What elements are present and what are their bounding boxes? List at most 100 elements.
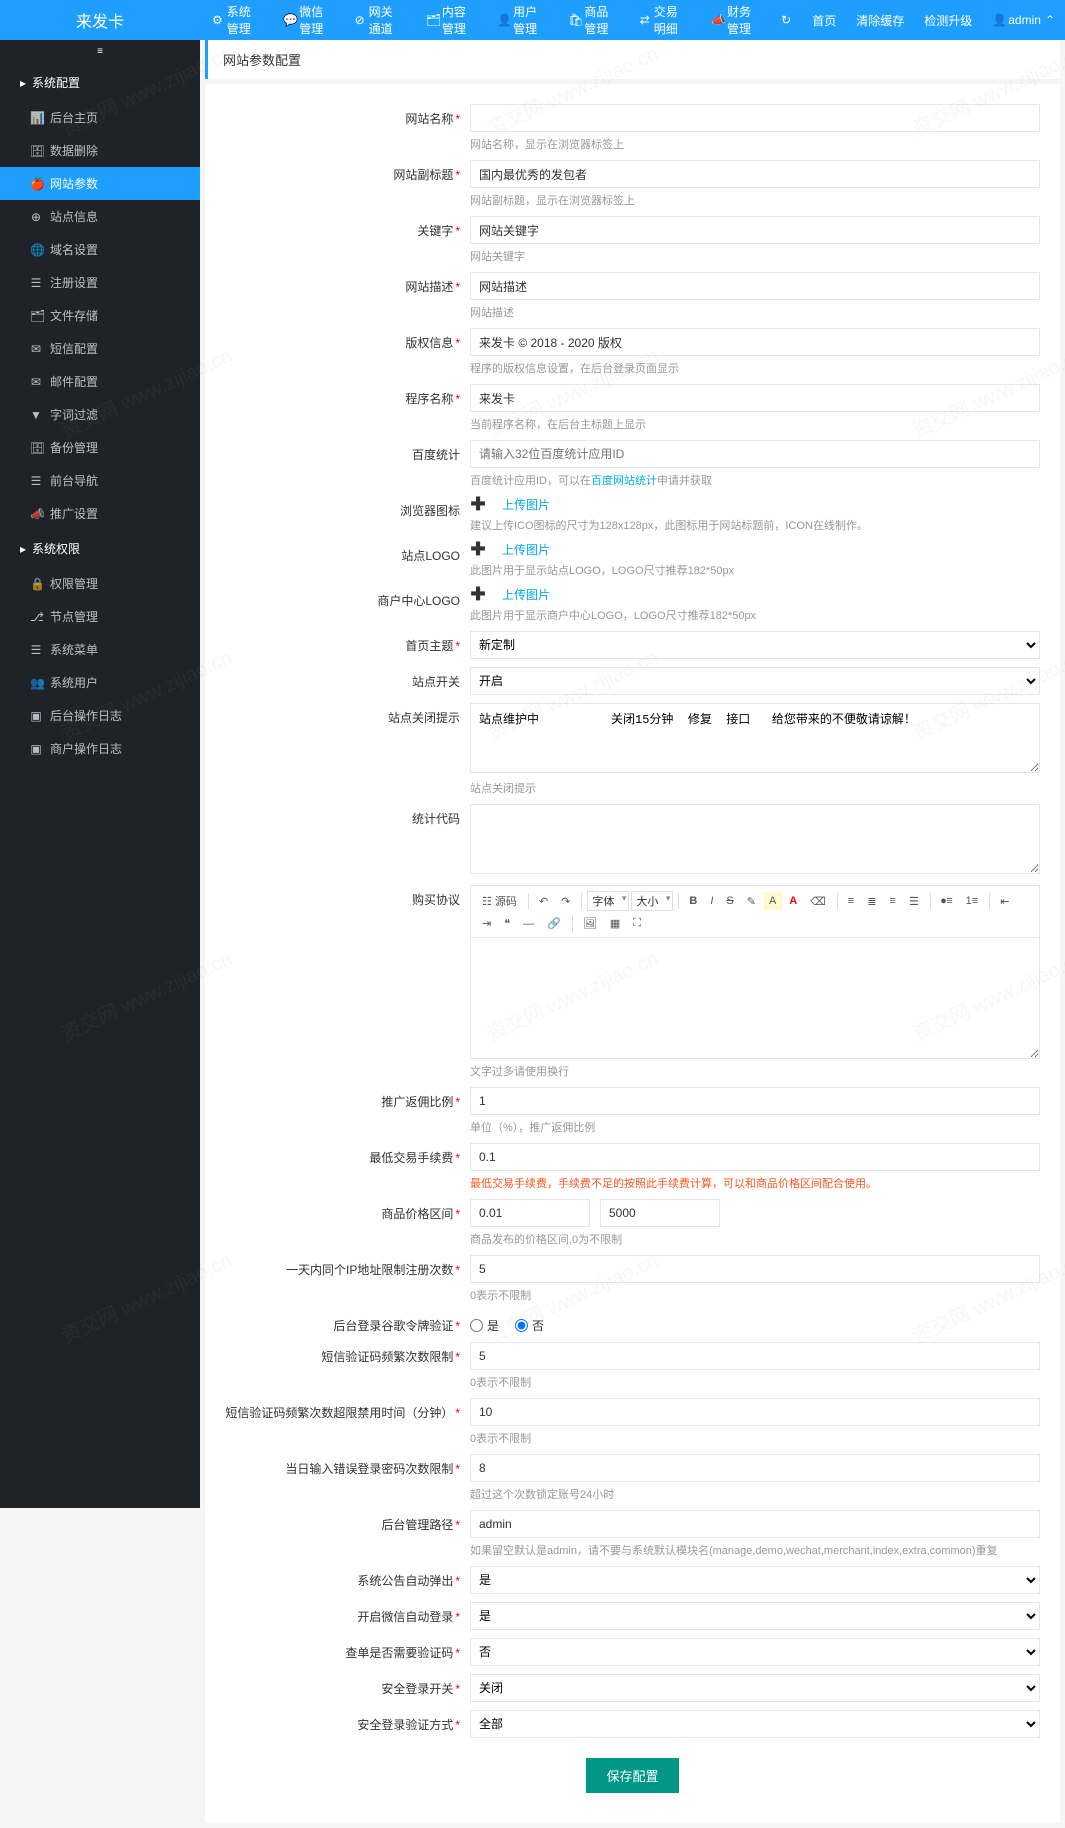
home-link[interactable]: 首页 <box>802 0 846 40</box>
sms-block-input[interactable] <box>470 1398 1040 1426</box>
editor-font-select[interactable]: 字体 <box>587 891 629 911</box>
popup-select[interactable]: 是 <box>470 1566 1040 1594</box>
editor-strike-button[interactable]: S <box>721 892 739 910</box>
safe-login-select[interactable]: 关闭 <box>470 1674 1040 1702</box>
sidebar-item[interactable]: ☰注册设置 <box>0 266 200 299</box>
editor-align-justify-button[interactable]: ☰ <box>904 892 925 911</box>
check-update-link[interactable]: 检测升级 <box>914 0 982 40</box>
sidebar-item[interactable]: 🌐域名设置 <box>0 233 200 266</box>
editor-clear-button[interactable]: ⌫ <box>805 892 832 911</box>
sidebar-item[interactable]: ☰前台导航 <box>0 464 200 497</box>
editor-source-button[interactable]: ☷ 源码 <box>477 890 523 912</box>
sms-limit-input[interactable] <box>470 1342 1040 1370</box>
sidebar-item[interactable]: ▣后台操作日志 <box>0 699 200 732</box>
editor-body[interactable] <box>471 938 1039 1058</box>
editor-bold-button[interactable]: B <box>684 892 703 910</box>
editor-align-left-button[interactable]: ≡ <box>843 892 860 910</box>
upload-merchant-logo-button[interactable]: 上传图片 <box>502 586 550 603</box>
sidebar-item[interactable]: 📊后台主页 <box>0 101 200 134</box>
sidebar-item[interactable]: ▣商户操作日志 <box>0 732 200 765</box>
editor-link-button[interactable]: 🔗 <box>542 914 567 933</box>
sidebar-item[interactable]: 🔒权限管理 <box>0 567 200 600</box>
sidebar-item[interactable]: ⊕站点信息 <box>0 200 200 233</box>
editor-undo-button[interactable]: ↶ <box>534 892 554 911</box>
sidebar-item[interactable]: 🗂文件存储 <box>0 299 200 332</box>
sub-title-input[interactable] <box>470 160 1040 188</box>
wechat-login-select[interactable]: 是 <box>470 1602 1040 1630</box>
verify-code-select[interactable]: 否 <box>470 1638 1040 1666</box>
site-name-input[interactable] <box>470 104 1040 132</box>
copyright-input[interactable] <box>470 328 1040 356</box>
sidebar-item[interactable]: 🗄备份管理 <box>0 431 200 464</box>
safe-method-select[interactable]: 全部 <box>470 1710 1040 1738</box>
editor-align-right-button[interactable]: ≡ <box>884 892 901 910</box>
site-switch-select[interactable]: 开启 <box>470 667 1040 695</box>
refresh-button[interactable]: ↻ <box>770 0 802 40</box>
sidebar-collapse-button[interactable]: ≡ <box>0 40 200 64</box>
topnav-item-6[interactable]: ⇄交易明细 <box>628 0 699 40</box>
baidu-stats-link[interactable]: 百度网站统计 <box>591 475 657 487</box>
save-button[interactable]: 保存配置 <box>586 1758 678 1793</box>
admin-path-input[interactable] <box>470 1510 1040 1538</box>
plus-icon[interactable]: ✚ <box>470 497 486 513</box>
sidebar-item[interactable]: ⎇节点管理 <box>0 600 200 633</box>
editor-list-button[interactable]: ⦁≡ <box>936 892 959 911</box>
editor-size-select[interactable]: 大小 <box>631 891 673 911</box>
editor-fullscreen-button[interactable]: ⛶ <box>628 914 647 933</box>
price-min-input[interactable] <box>470 1199 590 1227</box>
keywords-input[interactable] <box>470 216 1040 244</box>
pwd-limit-input[interactable] <box>470 1454 1040 1482</box>
editor-indent-button[interactable]: ⇥ <box>477 914 497 933</box>
plus-icon[interactable]: ✚ <box>470 587 486 603</box>
topnav-item-3[interactable]: 🗂内容管理 <box>414 0 485 40</box>
editor-image-button[interactable]: 🖼 <box>578 914 603 933</box>
topnav-item-4[interactable]: 👤用户管理 <box>485 0 556 40</box>
editor-redo-button[interactable]: ↷ <box>556 892 576 911</box>
topnav-item-7[interactable]: 📣财务管理 <box>699 0 770 40</box>
sidebar-item[interactable]: ▼字词过滤 <box>0 398 200 431</box>
close-tip-textarea[interactable]: 站点维护中 关闭15分钟 修复 接口 给您带来的不便敬请谅解！ <box>470 703 1040 773</box>
topnav-item-2[interactable]: ⊘网关通道 <box>343 0 414 40</box>
sidebar-item[interactable]: 👥系统用户 <box>0 666 200 699</box>
sidebar-item[interactable]: 🗄数据删除 <box>0 134 200 167</box>
user-menu[interactable]: 👤 admin ⌃ <box>982 0 1065 40</box>
sidebar-item[interactable]: 📣推广设置 <box>0 497 200 530</box>
price-max-input[interactable] <box>600 1199 720 1227</box>
sidebar-item-label: 权限管理 <box>50 575 98 592</box>
plus-icon[interactable]: ✚ <box>470 542 486 558</box>
google-auth-no[interactable]: 否 <box>515 1317 544 1334</box>
clear-cache-link[interactable]: 清除缓存 <box>846 0 914 40</box>
editor-forecolor-button[interactable]: A <box>784 892 803 910</box>
editor-hr-button[interactable]: — <box>518 915 540 933</box>
ip-limit-input[interactable] <box>470 1255 1040 1283</box>
sidebar-item[interactable]: ☰系统菜单 <box>0 633 200 666</box>
upload-logo-button[interactable]: 上传图片 <box>502 541 550 558</box>
theme-select[interactable]: 新定制 <box>470 631 1040 659</box>
required-mark: * <box>455 1151 460 1165</box>
promo-rate-input[interactable] <box>470 1087 1040 1115</box>
editor-bgcolor-button[interactable]: A <box>764 892 782 910</box>
editor-align-center-button[interactable]: ≣ <box>862 892 882 911</box>
min-fee-input[interactable] <box>470 1143 1040 1171</box>
sidebar-group-system[interactable]: ▸系统配置 <box>0 64 200 101</box>
editor-quote-button[interactable]: ❝ <box>499 914 516 933</box>
sidebar-group-permission[interactable]: ▸系统权限 <box>0 530 200 567</box>
editor-outdent-button[interactable]: ⇤ <box>995 892 1015 911</box>
editor-table-button[interactable]: ▦ <box>605 914 626 933</box>
topnav-item-0[interactable]: ⚙系统管理 <box>200 0 271 40</box>
stats-code-textarea[interactable] <box>470 804 1040 874</box>
description-input[interactable] <box>470 272 1040 300</box>
topnav-item-1[interactable]: 💬微信管理 <box>271 0 342 40</box>
sidebar-item[interactable]: ✉邮件配置 <box>0 365 200 398</box>
sidebar-item[interactable]: 🍎网站参数 <box>0 167 200 200</box>
baidu-input[interactable] <box>470 440 1040 468</box>
google-auth-yes[interactable]: 是 <box>470 1317 499 1334</box>
editor-orderedlist-button[interactable]: 1≡ <box>961 892 985 910</box>
editor-italic-button[interactable]: I <box>705 892 719 910</box>
sidebar-item[interactable]: ✉短信配置 <box>0 332 200 365</box>
topnav-item-5[interactable]: 🛍商品管理 <box>556 0 627 40</box>
editor-color-button[interactable]: ✎ <box>742 892 762 911</box>
brand-logo[interactable]: 来发卡 <box>0 8 200 32</box>
upload-favicon-button[interactable]: 上传图片 <box>502 496 550 513</box>
app-name-input[interactable] <box>470 384 1040 412</box>
